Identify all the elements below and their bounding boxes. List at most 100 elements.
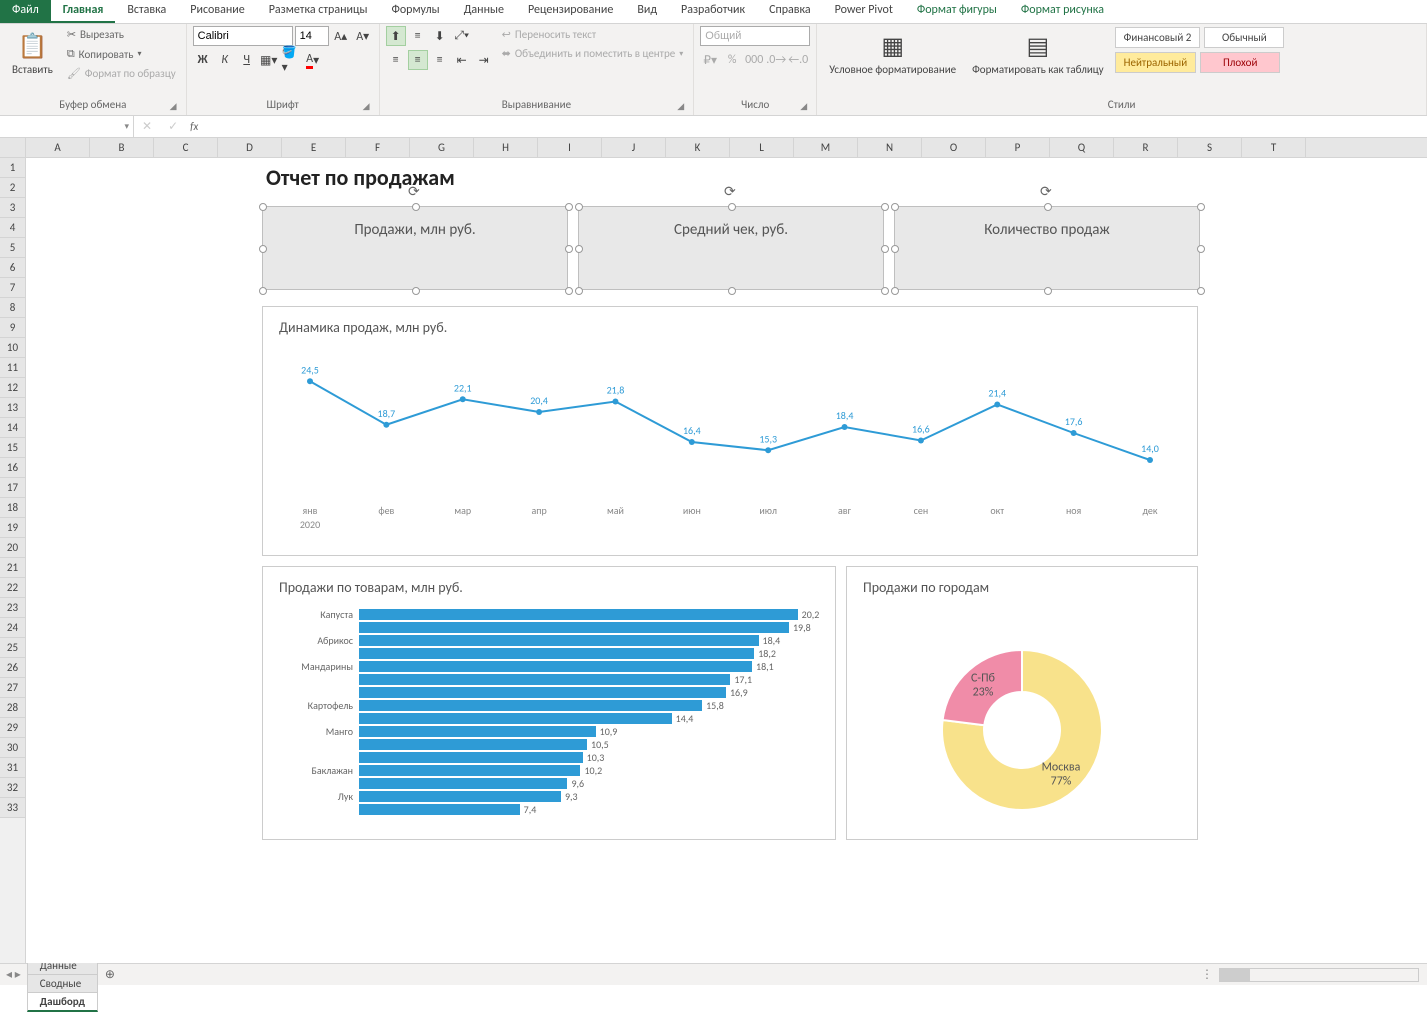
add-sheet-button[interactable]: ⊕: [97, 967, 123, 982]
row-header[interactable]: 16: [0, 458, 25, 478]
underline-button[interactable]: Ч: [237, 50, 257, 70]
row-header[interactable]: 5: [0, 238, 25, 258]
dec-decimal-button[interactable]: ←.0: [788, 50, 808, 70]
row-header[interactable]: 8: [0, 298, 25, 318]
selection-handle[interactable]: [881, 245, 889, 253]
selection-handle[interactable]: [1197, 203, 1205, 211]
column-header[interactable]: G: [410, 138, 474, 157]
select-all-button[interactable]: [0, 138, 25, 158]
selection-handle[interactable]: [259, 245, 267, 253]
row-header[interactable]: 27: [0, 678, 25, 698]
border-button[interactable]: ▦▾: [259, 50, 279, 70]
row-header[interactable]: 4: [0, 218, 25, 238]
row-header[interactable]: 23: [0, 598, 25, 618]
tab-powerpivot[interactable]: Power Pivot: [823, 0, 905, 23]
selection-handle[interactable]: [565, 203, 573, 211]
sheet-nav[interactable]: ◂ ▸: [0, 967, 27, 982]
align-middle-button[interactable]: ≡: [408, 26, 428, 46]
kpi-shape[interactable]: Продажи, млн руб.⟳: [262, 206, 568, 290]
alignment-launcher[interactable]: ◢: [677, 101, 689, 113]
format-painter-button[interactable]: 🖌Формат по образцу: [63, 65, 180, 82]
tab-help[interactable]: Справка: [757, 0, 823, 23]
align-right-button[interactable]: ≡: [430, 50, 450, 70]
rotate-handle[interactable]: ⟳: [1040, 183, 1054, 197]
bold-button[interactable]: Ж: [193, 50, 213, 70]
tab-draw[interactable]: Рисование: [178, 0, 256, 23]
enter-formula-button[interactable]: ✓: [160, 119, 186, 134]
tab-developer[interactable]: Разработчик: [669, 0, 757, 23]
row-header[interactable]: 3: [0, 198, 25, 218]
kpi-shape[interactable]: Средний чек, руб.⟳: [578, 206, 884, 290]
indent-inc-button[interactable]: ⇥: [474, 50, 494, 70]
tab-file[interactable]: Файл: [0, 0, 51, 23]
selection-handle[interactable]: [728, 287, 736, 295]
line-chart-panel[interactable]: Динамика продаж, млн руб. 24,518,722,120…: [262, 306, 1198, 556]
horizontal-scrollbar[interactable]: [1219, 968, 1419, 982]
row-header[interactable]: 30: [0, 738, 25, 758]
row-header[interactable]: 19: [0, 518, 25, 538]
shrink-font-button[interactable]: A▾: [353, 26, 373, 46]
column-header[interactable]: S: [1178, 138, 1242, 157]
tab-shape-format[interactable]: Формат фигуры: [905, 0, 1009, 23]
column-header[interactable]: T: [1242, 138, 1306, 157]
donut-chart-panel[interactable]: Продажи по городам Москва77%С-Пб23%: [846, 566, 1198, 840]
kpi-shape[interactable]: Количество продаж⟳: [894, 206, 1200, 290]
selection-handle[interactable]: [575, 287, 583, 295]
row-header[interactable]: 32: [0, 778, 25, 798]
comma-button[interactable]: 000: [744, 50, 764, 70]
selection-handle[interactable]: [891, 203, 899, 211]
row-header[interactable]: 15: [0, 438, 25, 458]
paste-button[interactable]: 📋 Вставить: [6, 26, 59, 80]
tab-formulas[interactable]: Формулы: [379, 0, 451, 23]
tab-picture-format[interactable]: Формат рисунка: [1009, 0, 1116, 23]
cond-format-button[interactable]: ▦ Условное форматирование: [823, 26, 962, 80]
column-header[interactable]: N: [858, 138, 922, 157]
row-header[interactable]: 18: [0, 498, 25, 518]
indent-dec-button[interactable]: ⇤: [452, 50, 472, 70]
tab-view[interactable]: Вид: [625, 0, 669, 23]
row-header[interactable]: 20: [0, 538, 25, 558]
row-header[interactable]: 31: [0, 758, 25, 778]
cancel-formula-button[interactable]: ✕: [134, 119, 160, 134]
column-header[interactable]: J: [602, 138, 666, 157]
style-financial[interactable]: Финансовый 2: [1115, 27, 1201, 48]
font-launcher[interactable]: ◢: [363, 101, 375, 113]
column-header[interactable]: A: [26, 138, 90, 157]
inc-decimal-button[interactable]: .0→: [766, 50, 786, 70]
selection-handle[interactable]: [412, 203, 420, 211]
name-box[interactable]: ▾: [0, 116, 134, 137]
selection-handle[interactable]: [565, 245, 573, 253]
selection-handle[interactable]: [1044, 287, 1052, 295]
column-header[interactable]: L: [730, 138, 794, 157]
row-header[interactable]: 14: [0, 418, 25, 438]
column-header[interactable]: I: [538, 138, 602, 157]
column-header[interactable]: R: [1114, 138, 1178, 157]
align-center-button[interactable]: ≡: [408, 50, 428, 70]
row-header[interactable]: 28: [0, 698, 25, 718]
selection-handle[interactable]: [575, 203, 583, 211]
tab-review[interactable]: Рецензирование: [516, 0, 625, 23]
row-header[interactable]: 26: [0, 658, 25, 678]
tab-home[interactable]: Главная: [51, 0, 116, 23]
row-header[interactable]: 29: [0, 718, 25, 738]
row-header[interactable]: 10: [0, 338, 25, 358]
selection-handle[interactable]: [259, 287, 267, 295]
selection-handle[interactable]: [891, 287, 899, 295]
selection-handle[interactable]: [881, 203, 889, 211]
font-size-combo[interactable]: [295, 26, 329, 46]
selection-handle[interactable]: [1197, 287, 1205, 295]
tab-insert[interactable]: Вставка: [115, 0, 178, 23]
column-header[interactable]: H: [474, 138, 538, 157]
row-header[interactable]: 11: [0, 358, 25, 378]
wrap-text-button[interactable]: ↩Переносить текст: [498, 26, 688, 43]
row-header[interactable]: 9: [0, 318, 25, 338]
align-bottom-button[interactable]: ⬇: [430, 26, 450, 46]
currency-button[interactable]: ₽▾: [700, 50, 720, 70]
orientation-button[interactable]: ⤢▾: [452, 26, 472, 46]
canvas[interactable]: Отчет по продажам Продажи, млн руб.⟳Сред…: [26, 158, 1427, 963]
column-header[interactable]: F: [346, 138, 410, 157]
style-neutral[interactable]: Нейтральный: [1115, 52, 1197, 73]
style-normal[interactable]: Обычный: [1204, 27, 1284, 48]
sheet-tab[interactable]: Сводные: [27, 974, 98, 992]
row-header[interactable]: 13: [0, 398, 25, 418]
